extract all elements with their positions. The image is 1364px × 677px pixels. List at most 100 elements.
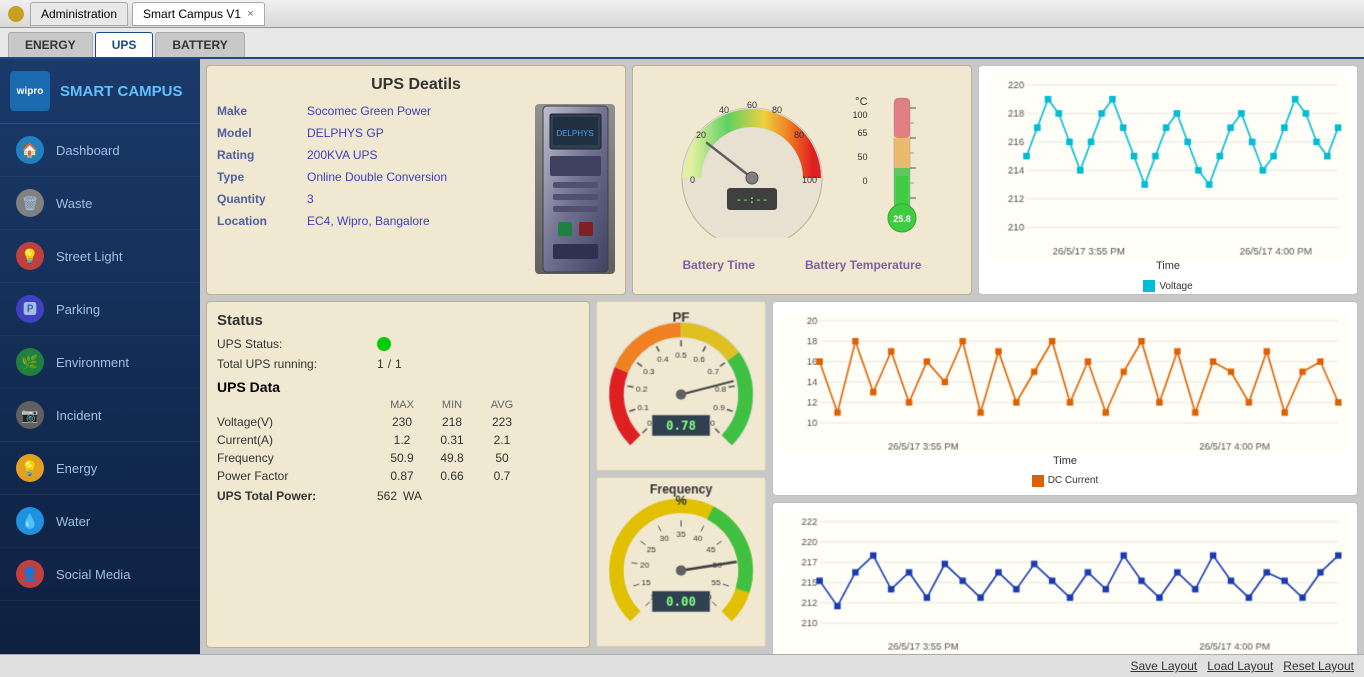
- ups-value-location: EC4, Wipro, Bangalore: [307, 214, 430, 228]
- svg-text:20: 20: [696, 130, 706, 140]
- table-row: Power Factor0.870.660.7: [217, 469, 579, 483]
- total-running-label: Total UPS running:: [217, 357, 377, 371]
- smart-tab[interactable]: Smart Campus V1 ×: [132, 2, 264, 26]
- sidebar-item-waste[interactable]: 🗑 Waste: [0, 177, 200, 230]
- ups-label-make: Make: [217, 104, 307, 118]
- sidebar-label-parking: Parking: [56, 302, 100, 317]
- incident-icon: 📷: [16, 401, 44, 429]
- battery-time-label: Battery Time: [683, 258, 755, 272]
- svg-text:80: 80: [772, 105, 782, 115]
- sidebar-item-parking[interactable]: 🅿 Parking: [0, 283, 200, 336]
- sidebar-item-environment[interactable]: 🌿 Environment: [0, 336, 200, 389]
- sidebar-item-streetlight[interactable]: 💡 Street Light: [0, 230, 200, 283]
- voltage-chart-panel: Time Voltage: [978, 65, 1358, 295]
- total-power-unit: WA: [403, 489, 422, 503]
- battery-time-gauge: 0 20 40 60 80 80 100: [672, 88, 832, 241]
- tab-energy[interactable]: ENERGY: [8, 32, 93, 57]
- ups-value-rating: 200KVA UPS: [307, 148, 378, 162]
- ac-voltage-chart-panel: Time AC Voltage: [772, 502, 1358, 654]
- admin-tab[interactable]: Administration: [30, 2, 128, 26]
- social-icon: 👤: [16, 560, 44, 588]
- logo-box: wipro: [10, 71, 50, 111]
- ac-voltage-canvas: [781, 511, 1349, 654]
- sidebar-label-energy: Energy: [56, 461, 97, 476]
- data-header: MAX MIN AVG: [217, 399, 579, 411]
- ups-image: DELPHYS: [535, 104, 615, 274]
- dc-legend-label: DC Current: [1048, 475, 1099, 486]
- status-title: Status: [217, 312, 579, 329]
- battery-temp-gauge: °C 100 65 50 0: [852, 88, 931, 248]
- ups-details-body: Make Socomec Green Power Model DELPHYS G…: [217, 104, 615, 274]
- close-tab-button[interactable]: ×: [247, 8, 253, 20]
- ups-field-rating: Rating 200KVA UPS: [217, 148, 525, 162]
- analog-gauges: [596, 301, 766, 648]
- table-row: Frequency50.949.850: [217, 451, 579, 465]
- sidebar-item-energy[interactable]: 💡 Energy: [0, 442, 200, 495]
- ups-field-type: Type Online Double Conversion: [217, 170, 525, 184]
- ups-label-rating: Rating: [217, 148, 307, 162]
- ups-total-row: UPS Total Power: 562 WA: [217, 489, 579, 503]
- dc-current-legend: DC Current: [781, 475, 1349, 487]
- pf-gauge-canvas: [596, 301, 766, 471]
- battery-panel: 0 20 40 60 80 80 100: [632, 65, 972, 295]
- svg-text:0: 0: [690, 175, 695, 185]
- sidebar-item-water[interactable]: 💧 Water: [0, 495, 200, 548]
- battery-temp-label: Battery Temperature: [805, 258, 921, 272]
- ups-value-type: Online Double Conversion: [307, 170, 447, 184]
- ups-label-type: Type: [217, 170, 307, 184]
- title-bar: Administration Smart Campus V1 ×: [0, 0, 1364, 28]
- status-gauges-container: Status UPS Status: Total UPS running: 1 …: [206, 301, 766, 648]
- dc-legend-box: [1032, 475, 1044, 487]
- svg-text:--:--: --:--: [736, 193, 769, 206]
- table-row: Current(A)1.20.312.1: [217, 433, 579, 447]
- svg-text:40: 40: [719, 105, 729, 115]
- ups-label-quantity: Quantity: [217, 192, 307, 206]
- dc-current-canvas: [781, 310, 1349, 455]
- total-running-val2: 1: [395, 357, 402, 371]
- svg-text:100: 100: [802, 175, 817, 185]
- ups-status-label: UPS Status:: [217, 337, 377, 351]
- sidebar-logo: wipro SMART CAMPUS: [0, 59, 200, 124]
- save-layout-button[interactable]: Save Layout: [1131, 659, 1198, 673]
- ups-status-indicator: [377, 337, 391, 351]
- ups-details-panel: UPS Deatils Make Socomec Green Power Mod…: [206, 65, 626, 295]
- voltage-chart-canvas: [987, 74, 1349, 260]
- tab-ups[interactable]: UPS: [95, 32, 154, 57]
- ups-value-model: DELPHYS GP: [307, 126, 384, 140]
- sidebar-label-waste: Waste: [56, 196, 92, 211]
- tab-battery[interactable]: BATTERY: [155, 32, 244, 57]
- dashboard-icon: 🏠: [16, 136, 44, 164]
- waste-icon: 🗑: [16, 189, 44, 217]
- ups-field-quantity: Quantity 3: [217, 192, 525, 206]
- table-row: Voltage(V)230218223: [217, 415, 579, 429]
- dc-current-title: Time: [781, 455, 1349, 467]
- parking-icon: 🅿: [16, 295, 44, 323]
- voltage-legend-box: [1143, 280, 1155, 292]
- ups-field-location: Location EC4, Wipro, Bangalore: [217, 214, 525, 228]
- sidebar-item-social[interactable]: 👤 Social Media: [0, 548, 200, 601]
- data-col-min: MIN: [427, 399, 477, 411]
- sidebar-item-dashboard[interactable]: 🏠 Dashboard: [0, 124, 200, 177]
- body-container: wipro SMART CAMPUS 🏠 Dashboard 🗑 Waste 💡…: [0, 59, 1364, 654]
- ups-value-quantity: 3: [307, 192, 314, 206]
- freq-gauge-canvas: [596, 477, 766, 647]
- svg-text:60: 60: [747, 100, 757, 110]
- sidebar-item-incident[interactable]: 📷 Incident: [0, 389, 200, 442]
- dc-current-chart-panel: Time DC Current: [772, 301, 1358, 496]
- ups-details-title: UPS Deatils: [217, 76, 615, 94]
- svg-text:80: 80: [794, 130, 804, 140]
- streetlight-icon: 💡: [16, 242, 44, 270]
- reset-layout-button[interactable]: Reset Layout: [1283, 659, 1354, 673]
- ups-field-make: Make Socomec Green Power: [217, 104, 525, 118]
- sidebar-label-environment: Environment: [56, 355, 129, 370]
- voltage-chart-title: Time: [987, 260, 1349, 272]
- data-col-max: MAX: [377, 399, 427, 411]
- ups-label-model: Model: [217, 126, 307, 140]
- ups-field-model: Model DELPHYS GP: [217, 126, 525, 140]
- data-col-empty: [217, 399, 377, 411]
- total-running-row: Total UPS running: 1 / 1: [217, 357, 579, 371]
- ups-fields: Make Socomec Green Power Model DELPHYS G…: [217, 104, 525, 274]
- sidebar: wipro SMART CAMPUS 🏠 Dashboard 🗑 Waste 💡…: [0, 59, 200, 654]
- load-layout-button[interactable]: Load Layout: [1207, 659, 1273, 673]
- total-running-slash: /: [388, 357, 391, 371]
